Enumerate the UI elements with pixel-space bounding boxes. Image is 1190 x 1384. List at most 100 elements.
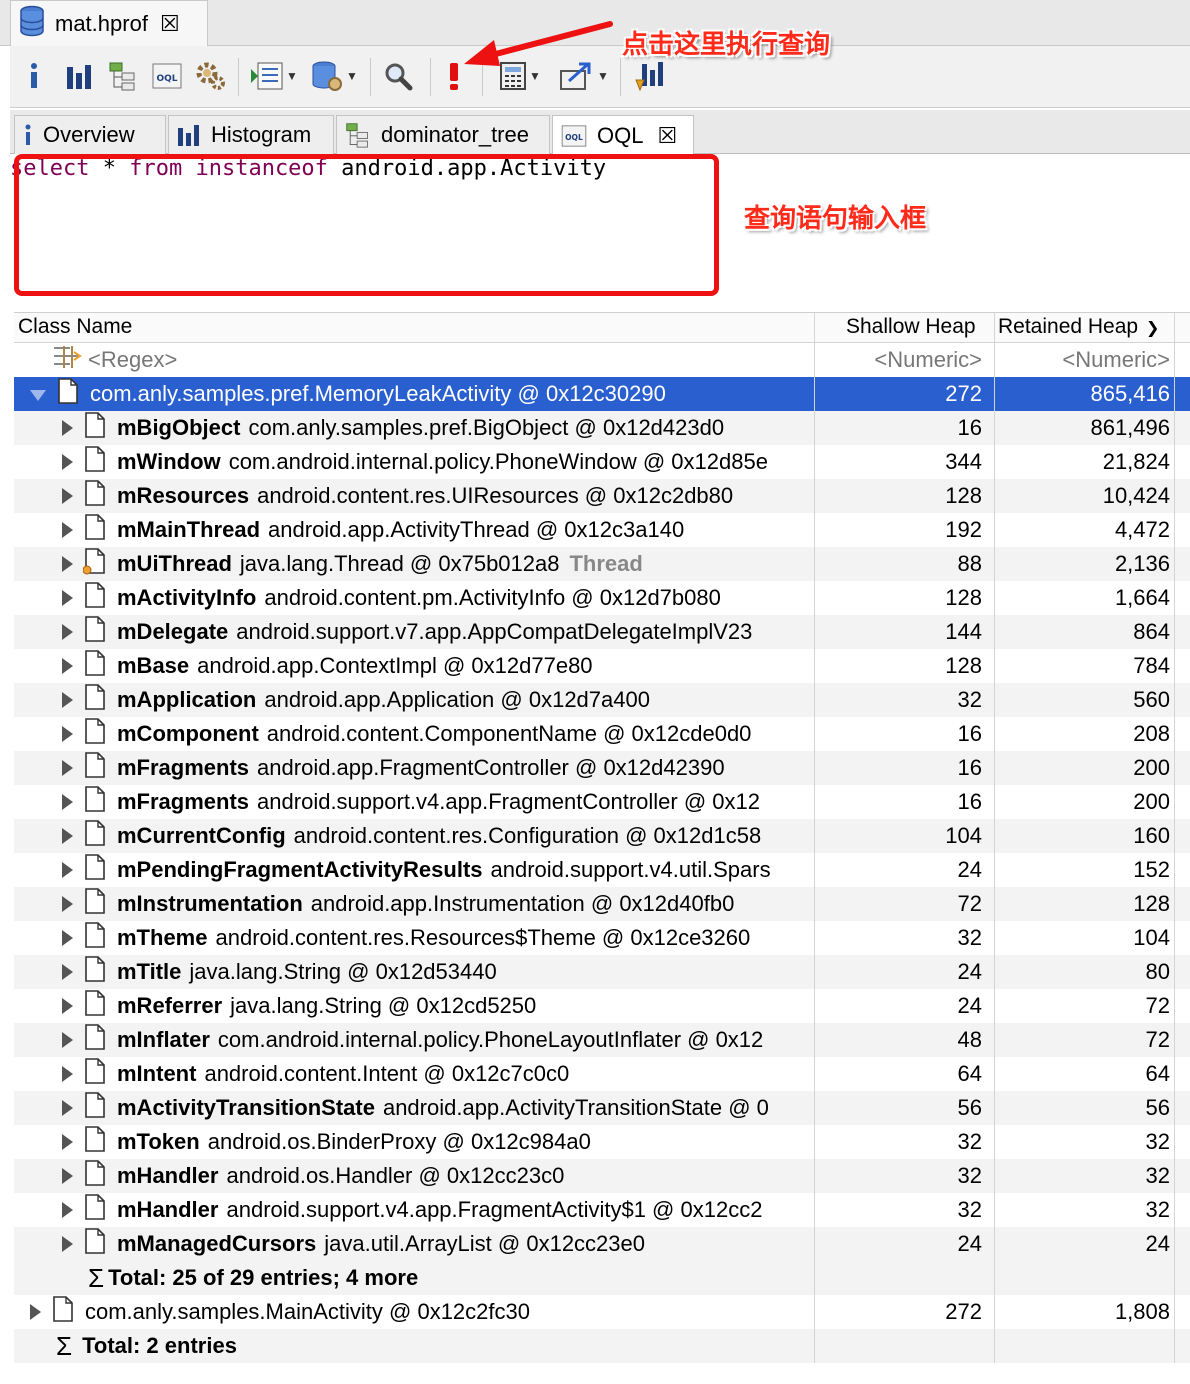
expand-toggle-icon[interactable]	[62, 420, 73, 436]
heap-dump-icon[interactable]: ▼	[308, 58, 360, 94]
gear-icon[interactable]	[192, 58, 228, 94]
table-row[interactable]: mTheme android.content.res.Resources$Them…	[14, 921, 1190, 955]
shallow-heap-value: 24	[957, 959, 982, 984]
expand-toggle-icon[interactable]	[62, 522, 73, 538]
table-row[interactable]: mFragments android.support.v4.app.Fragmen…	[14, 785, 1190, 819]
expand-toggle-icon[interactable]	[62, 828, 73, 844]
column-shallow-heap[interactable]: Shallow Heap	[846, 315, 976, 339]
table-row[interactable]: mIntent android.content.Intent @ 0x12c7c0…	[14, 1057, 1190, 1091]
retained-filter-input[interactable]: <Numeric>	[994, 343, 1174, 377]
table-row[interactable]: mResources android.content.res.UIResource…	[14, 479, 1190, 513]
table-row[interactable]: mManagedCursors java.util.ArrayList @ 0x1…	[14, 1227, 1190, 1261]
table-row[interactable]: mMainThread android.app.ActivityThread @ …	[14, 513, 1190, 547]
oql-icon[interactable]: OQL	[150, 58, 184, 94]
shallow-filter-input[interactable]: <Numeric>	[814, 343, 988, 377]
table-row[interactable]: mReferrer java.lang.String @ 0x12cd5250 24…	[14, 989, 1190, 1023]
expand-toggle-icon[interactable]	[62, 1202, 73, 1218]
expand-toggle-icon[interactable]	[62, 1236, 73, 1252]
expand-toggle-icon[interactable]	[62, 998, 73, 1014]
search-icon[interactable]	[380, 58, 416, 94]
tab-histogram[interactable]: Histogram	[168, 115, 334, 154]
table-row[interactable]: mBigObject com.anly.samples.pref.BigObjec…	[14, 411, 1190, 445]
table-row[interactable]: mActivityTransitionState android.app.Acti…	[14, 1091, 1190, 1125]
expand-toggle-icon[interactable]	[62, 896, 73, 912]
field-name-text: mReferrer	[117, 993, 223, 1018]
table-row[interactable]: mFragments android.app.FragmentController…	[14, 751, 1190, 785]
field-name-text: mToken	[117, 1129, 200, 1154]
table-row[interactable]: mDelegate android.support.v7.app.AppCompa…	[14, 615, 1190, 649]
close-icon[interactable]: ☒	[160, 11, 180, 37]
pin-icon[interactable]	[630, 58, 670, 94]
table-row[interactable]: mInstrumentation android.app.Instrumentat…	[14, 887, 1190, 921]
table-row[interactable]: mComponent android.content.ComponentName …	[14, 717, 1190, 751]
regex-filter-input[interactable]: <Regex>	[88, 347, 177, 373]
expand-toggle-icon[interactable]	[62, 930, 73, 946]
object-icon	[83, 411, 107, 445]
retained-heap-value: 104	[1133, 925, 1170, 950]
table-row[interactable]: mHandler android.support.v4.app.FragmentA…	[14, 1193, 1190, 1227]
column-class-name[interactable]: Class Name	[18, 315, 132, 339]
table-row[interactable]: mInflater com.android.internal.policy.Pho…	[14, 1023, 1190, 1057]
expand-toggle-icon[interactable]	[62, 658, 73, 674]
expand-toggle-icon[interactable]	[62, 556, 73, 572]
expand-toggle-icon[interactable]	[62, 862, 73, 878]
retained-heap-value: 64	[1145, 1061, 1170, 1086]
annotation-arrow	[464, 21, 613, 66]
table-row[interactable]: mUiThread java.lang.Thread @ 0x75b012a8 Th…	[14, 547, 1190, 581]
object-text: com.android.internal.policy.PhoneLayoutI…	[217, 1027, 764, 1052]
table-row[interactable]: com.anly.samples.pref.MemoryLeakActivity…	[14, 377, 1190, 411]
table-row[interactable]: mHandler android.os.Handler @ 0x12cc23c0 3…	[14, 1159, 1190, 1193]
table-row[interactable]: mCurrentConfig android.content.res.Config…	[14, 819, 1190, 853]
tab-dominator-tree[interactable]: dominator_tree	[336, 115, 550, 154]
field-name-text: mResources	[117, 483, 250, 508]
expand-toggle-icon[interactable]	[62, 1100, 73, 1116]
table-row[interactable]: mWindow com.android.internal.policy.Phone…	[14, 445, 1190, 479]
column-divider	[814, 313, 815, 1363]
expand-toggle-icon[interactable]	[62, 1066, 73, 1082]
query-browser-icon[interactable]: ▼	[248, 58, 300, 94]
histogram-icon[interactable]	[62, 58, 96, 94]
tab-overview[interactable]: Overview	[14, 115, 166, 154]
shallow-heap-value: 24	[957, 1231, 982, 1256]
expand-toggle-icon[interactable]	[62, 726, 73, 742]
shallow-heap-value: 104	[945, 823, 982, 848]
dominator-tree-icon[interactable]	[106, 58, 140, 94]
toolbar-separator	[238, 58, 239, 96]
info-icon[interactable]	[22, 58, 46, 94]
expand-toggle-icon[interactable]	[62, 1134, 73, 1150]
table-row[interactable]: mTitle java.lang.String @ 0x12d53440 24 80	[14, 955, 1190, 989]
close-icon[interactable]: ☒	[657, 123, 677, 149]
expand-toggle-icon[interactable]	[62, 488, 73, 504]
expand-toggle-icon[interactable]	[62, 1032, 73, 1048]
retained-heap-value: 2,136	[1114, 551, 1170, 576]
object-text: android.app.Instrumentation @ 0x12d40fb0	[310, 891, 735, 916]
expand-toggle-icon[interactable]	[30, 1304, 41, 1320]
table-row[interactable]: mPendingFragmentActivityResults android.s…	[14, 853, 1190, 887]
table-row[interactable]: mToken android.os.BinderProxy @ 0x12c984a…	[14, 1125, 1190, 1159]
expand-toggle-icon[interactable]	[62, 760, 73, 776]
expand-toggle-icon[interactable]	[62, 1168, 73, 1184]
expand-toggle-icon[interactable]	[62, 454, 73, 470]
table-row[interactable]: mBase android.app.ContextImpl @ 0x12d77e8…	[14, 649, 1190, 683]
sort-chevron-down-icon[interactable]: ❯	[1146, 318, 1159, 338]
expand-toggle-icon[interactable]	[62, 590, 73, 606]
table-row[interactable]: mApplication android.app.Application @ 0x…	[14, 683, 1190, 717]
object-icon	[83, 921, 107, 955]
expand-toggle-icon[interactable]	[62, 794, 73, 810]
table-row[interactable]: mActivityInfo android.content.pm.Activity…	[14, 581, 1190, 615]
object-text: android.support.v4.app.FragmentControlle…	[257, 789, 760, 814]
expand-toggle-icon[interactable]	[62, 964, 73, 980]
filter-row[interactable]: <Regex> <Numeric> <Numeric>	[14, 343, 1190, 377]
collapse-toggle-icon[interactable]	[30, 389, 46, 401]
thread-label: Thread	[569, 551, 643, 576]
column-retained-heap[interactable]: Retained Heap	[998, 315, 1146, 339]
expand-toggle-icon[interactable]	[62, 692, 73, 708]
editor-tab-mat-hprof[interactable]: mat.hprof ☒	[10, 0, 208, 46]
object-icon	[83, 581, 107, 615]
child-total-row[interactable]: Σ Total: 25 of 29 entries; 4 more	[14, 1261, 1190, 1295]
object-icon	[83, 1193, 107, 1227]
expand-toggle-icon[interactable]	[62, 624, 73, 640]
table-row[interactable]: com.anly.samples.MainActivity @ 0x12c2fc…	[14, 1295, 1190, 1329]
grand-total-row[interactable]: Σ Total: 2 entries	[14, 1329, 1190, 1363]
tab-oql[interactable]: OQL OQL ☒	[552, 115, 694, 155]
